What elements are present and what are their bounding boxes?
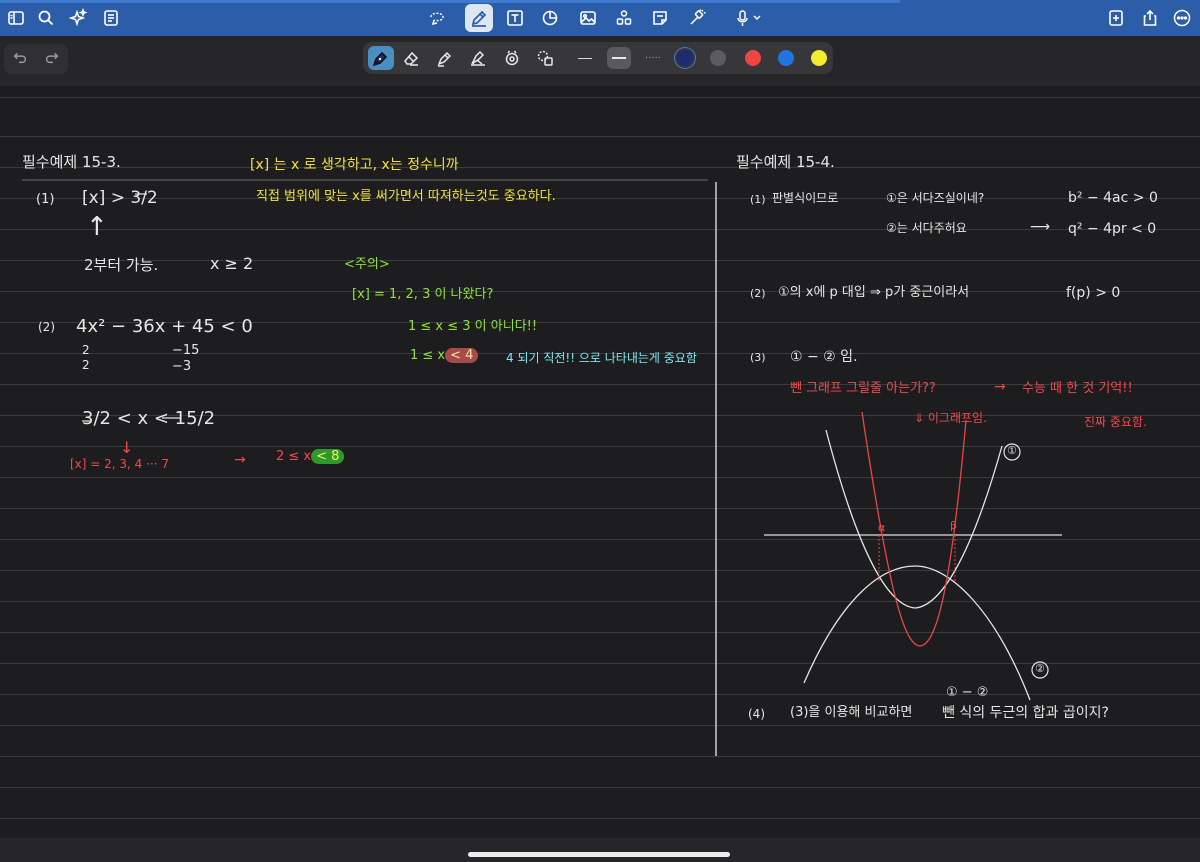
parabola-1	[825, 429, 1003, 609]
mid-c1: [x] = 1, 2, 3 이 나왔다?	[352, 287, 494, 302]
mid-line2: 직접 범위에 맞는 x를 써가면서 따져하는것도 중요하다.	[256, 189, 556, 204]
left-p1-arrow: ↑	[86, 212, 108, 242]
mid-c3-highlight: < 4	[445, 348, 479, 363]
right-r1-label: (1)	[750, 193, 766, 206]
left-p2-factor-right-top: −15	[172, 343, 200, 358]
parabola-2	[803, 565, 1031, 701]
graph-label-1: ①	[1007, 444, 1017, 457]
right-r3-red1-arrow: →	[994, 379, 1006, 395]
graph-alpha: α	[878, 521, 886, 534]
left-p1-result: x ≥ 2	[210, 254, 254, 273]
right-title: 필수예제 15-4.	[736, 153, 835, 171]
right-r2-text: ①의 x에 p 대입 ⇒ p가 중근이라서	[778, 285, 970, 300]
left-p2-label: (2)	[38, 320, 55, 334]
left-p2-arrow: ↓	[120, 438, 134, 457]
graph-beta: β	[950, 519, 958, 532]
graph-label-2: ②	[1035, 662, 1045, 675]
right-r4-label: (4)	[748, 707, 765, 721]
bottom-bar	[0, 838, 1200, 862]
right-r1-b-arrow: ⟶	[1030, 219, 1051, 235]
left-p2-expr: 4x² − 36x + 45 < 0	[76, 316, 253, 337]
left-p2-result: 2 ≤ x < 8	[276, 449, 345, 464]
mid-c3-post: 4 되기 직전!! 으로 나타내는게 중요함	[506, 351, 697, 365]
mid-c2: 1 ≤ x ≤ 3 이 아니다!!	[408, 319, 538, 334]
left-p2-result-pre: 2 ≤ x	[276, 449, 312, 464]
left-p2-factor-left-bot: 2	[82, 358, 90, 372]
mid-c3: 1 ≤ x < 4	[410, 348, 479, 363]
right-r1-a: ①은 서다즈실이네?	[886, 191, 985, 205]
left-p2-implies: →	[234, 452, 246, 468]
left-p2-factor-right-bot: −3	[172, 359, 192, 374]
left-p1-label: (1)	[36, 192, 55, 207]
left-p1-expr: [x] > 3/2	[82, 188, 158, 208]
right-r3-red1: 뺀 그래프 그릴줄 아는가??	[790, 381, 936, 396]
mid-c3-pre: 1 ≤ x	[410, 348, 446, 363]
right-r4-text: (3)을 이용해 비교하면	[790, 705, 913, 720]
right-r4-top: ① − ②	[946, 685, 989, 700]
right-r2-expr: f(p) > 0	[1066, 285, 1121, 301]
mid-line1: [x] 는 x 로 생각하고, x는 정수니까	[250, 157, 459, 173]
right-r1-b-expr: q² − 4pr < 0	[1068, 221, 1157, 237]
right-r3-label: (3)	[750, 351, 766, 364]
handwriting-strokes	[22, 179, 1062, 756]
right-r1-text: 판별식이므로	[772, 191, 839, 205]
right-r3-red3: 진짜 중요함.	[1084, 415, 1147, 429]
left-p2-result-highlight: < 8	[311, 449, 345, 464]
home-indicator[interactable]	[468, 852, 730, 857]
left-p2-factor-left-top: 2	[82, 343, 90, 357]
right-r4-text2: 뺀 식의 두근의 합과 곱이지?	[942, 705, 1109, 721]
left-p2-range: 3/2 < x < 15/2	[82, 408, 216, 429]
mid-caution: <주의>	[344, 257, 390, 272]
left-title: 필수예제 15-3.	[22, 153, 121, 171]
right-r1-a-expr: b² − 4ac > 0	[1068, 190, 1158, 206]
right-r2-label: (2)	[750, 287, 766, 300]
left-p1-note: 2부터 가능.	[84, 256, 159, 274]
right-r1-b: ②는 서다주허요	[886, 221, 967, 235]
right-r3-text: ① − ② 임.	[790, 349, 858, 365]
right-r3-red1b: 수능 때 한 것 기억!!	[1022, 381, 1133, 396]
left-p2-values: [x] = 2, 3, 4 ··· 7	[70, 457, 170, 471]
right-r3-red2: ⇓ 이그래프임.	[914, 411, 987, 425]
